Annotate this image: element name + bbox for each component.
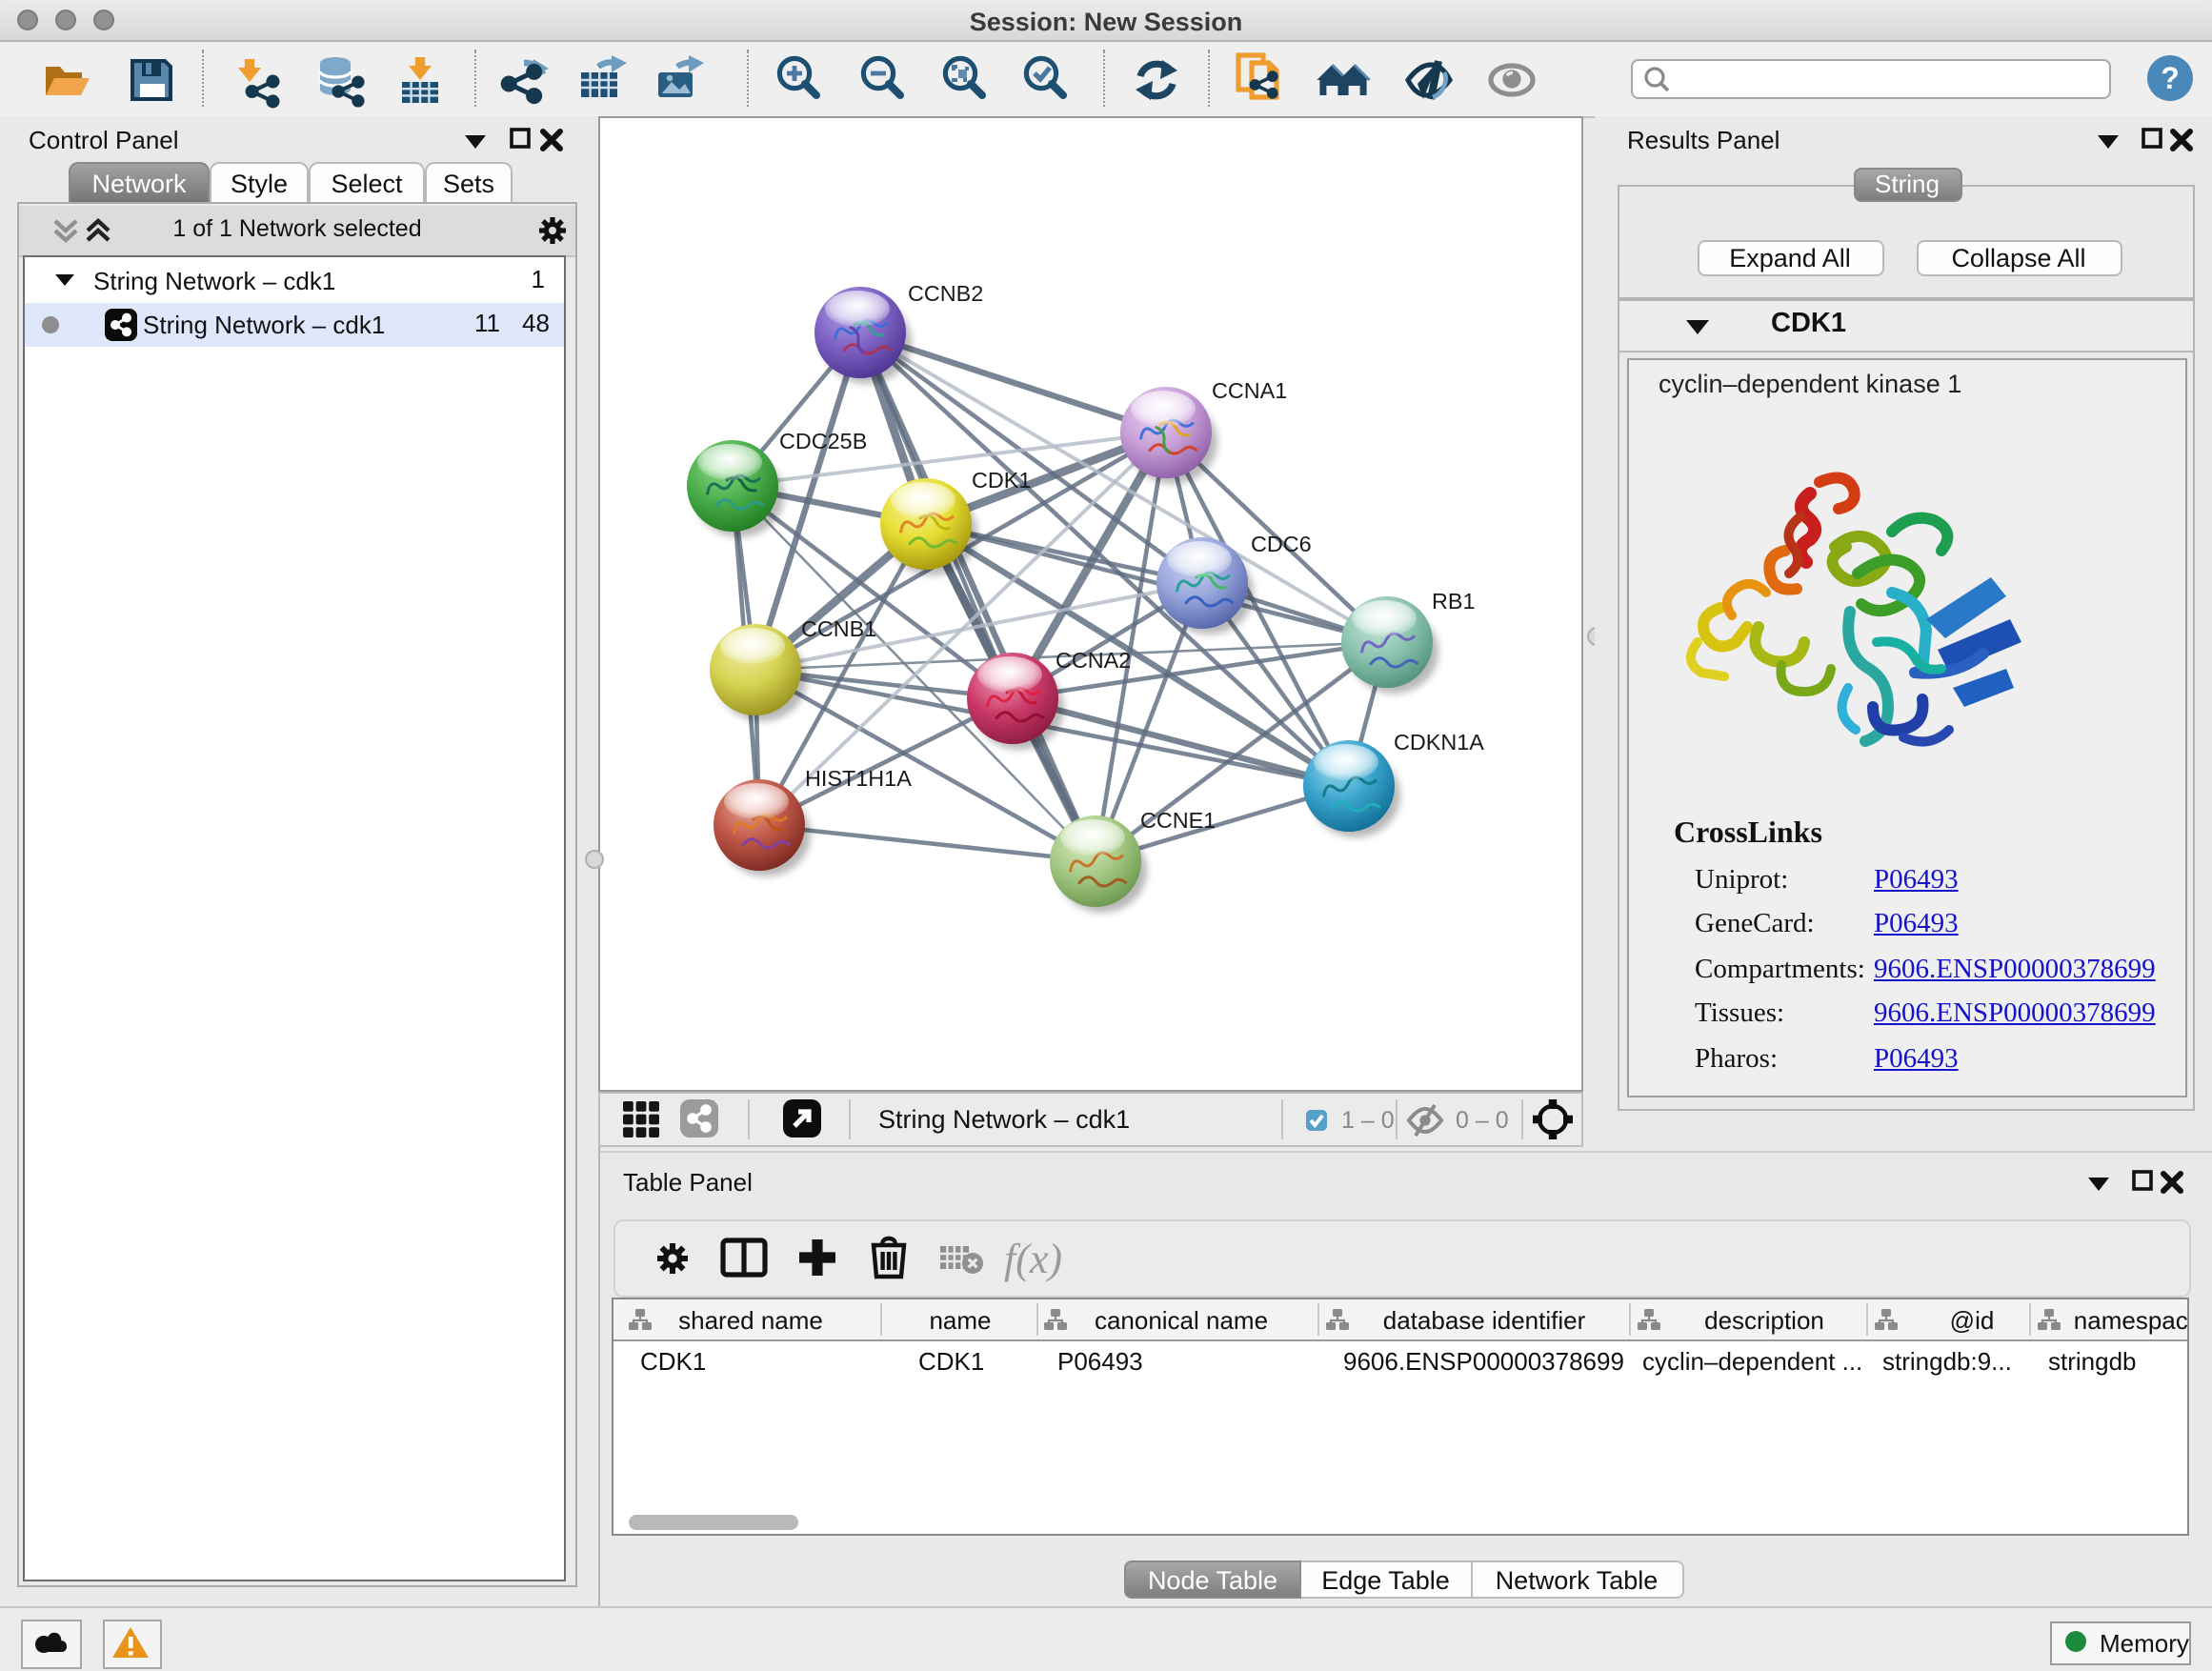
svg-text:CCNB1: CCNB1 bbox=[801, 616, 876, 641]
svg-text:canonical name: canonical name bbox=[1095, 1306, 1268, 1335]
svg-text:@id: @id bbox=[1950, 1306, 1995, 1335]
svg-text:9606.ENSP00000378699: 9606.ENSP00000378699 bbox=[1343, 1347, 1624, 1376]
svg-text:CCNB2: CCNB2 bbox=[908, 281, 983, 306]
svg-text:String Network – cdk1: String Network – cdk1 bbox=[878, 1105, 1130, 1134]
svg-text:cyclin–dependent ...: cyclin–dependent ... bbox=[1642, 1347, 1862, 1376]
svg-text:CDKN1A: CDKN1A bbox=[1394, 730, 1484, 755]
svg-text:description: description bbox=[1704, 1306, 1824, 1335]
svg-text:?: ? bbox=[2161, 61, 2180, 95]
svg-text:CCNE1: CCNE1 bbox=[1140, 808, 1216, 833]
svg-text:CDK1: CDK1 bbox=[918, 1347, 984, 1376]
svg-text:name: name bbox=[929, 1306, 991, 1335]
svg-text:shared name: shared name bbox=[678, 1306, 823, 1335]
svg-text:HIST1H1A: HIST1H1A bbox=[805, 766, 912, 791]
svg-text:CDC25B: CDC25B bbox=[779, 429, 867, 453]
svg-text:CCNA2: CCNA2 bbox=[1056, 648, 1131, 673]
svg-text:CDC6: CDC6 bbox=[1251, 532, 1312, 556]
svg-text:CDK1: CDK1 bbox=[640, 1347, 706, 1376]
svg-text:namespace: namespace bbox=[2074, 1306, 2187, 1335]
svg-text:CCNA1: CCNA1 bbox=[1212, 378, 1287, 403]
svg-text:CDK1: CDK1 bbox=[972, 468, 1031, 493]
svg-text:f(x): f(x) bbox=[1004, 1235, 1062, 1281]
svg-text:1 – 0: 1 – 0 bbox=[1341, 1107, 1395, 1134]
svg-text:database identifier: database identifier bbox=[1383, 1306, 1586, 1335]
svg-text:stringdb: stringdb bbox=[2048, 1347, 2137, 1376]
svg-text:RB1: RB1 bbox=[1432, 589, 1476, 614]
svg-text:P06493: P06493 bbox=[1057, 1347, 1143, 1376]
svg-text:0 – 0: 0 – 0 bbox=[1456, 1107, 1509, 1134]
svg-text:stringdb:9...: stringdb:9... bbox=[1882, 1347, 2012, 1376]
